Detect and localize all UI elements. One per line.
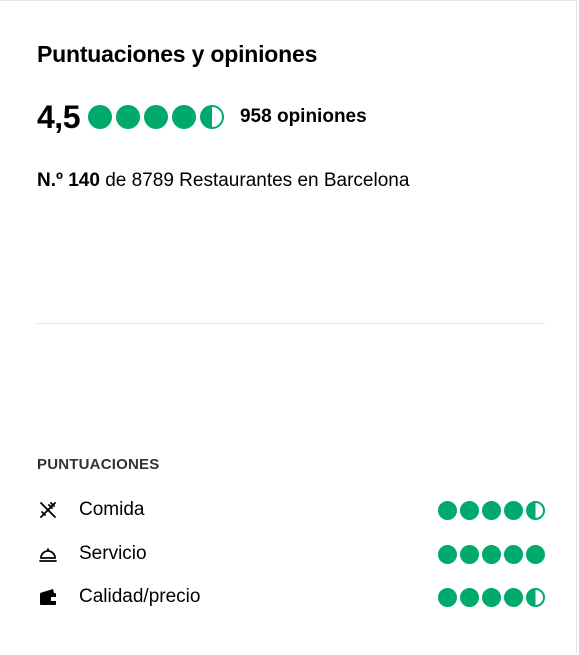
score-bubbles: [435, 587, 545, 607]
rating-bubble-full: [438, 587, 457, 607]
overall-rating-bubbles: [87, 105, 228, 129]
rating-bubble-full: [482, 587, 501, 607]
rating-bubble-full: [482, 500, 501, 520]
rating-bubble-full: [143, 105, 168, 129]
rating-bubble-full: [482, 544, 501, 564]
score-bubbles: [435, 544, 545, 564]
score-row-servicio: Servicio: [37, 542, 545, 566]
rating-bubble-full: [460, 500, 479, 520]
ratings-card: Puntuaciones y opiniones 4,5 958 opinion…: [0, 0, 577, 653]
rating-bubble-full: [438, 544, 457, 564]
ranking-position: N.º 140: [37, 170, 100, 191]
overall-rating-row: 4,5 958 opiniones: [37, 98, 367, 136]
rating-bubble-full: [504, 500, 523, 520]
rating-bubble-full: [504, 587, 523, 607]
service-bell-icon: [37, 543, 59, 565]
ranking-text[interactable]: N.º 140 de 8789 Restaurantes en Barcelon…: [37, 170, 409, 192]
score-label: Calidad/precio: [79, 586, 201, 607]
rating-bubble-half: [526, 500, 545, 520]
rating-bubble-full: [526, 544, 545, 564]
rating-bubble-full: [438, 500, 457, 520]
rating-bubble-half: [526, 587, 545, 607]
divider: [37, 323, 545, 324]
scores-section-label: PUNTUACIONES: [37, 456, 160, 473]
score-bubbles: [435, 500, 545, 520]
ranking-rest: de 8789 Restaurantes en Barcelona: [99, 170, 410, 191]
utensils-crossed-icon: [37, 499, 59, 521]
section-title: Puntuaciones y opiniones: [37, 41, 318, 67]
rating-bubble-full: [504, 544, 523, 564]
score-label: Comida: [79, 499, 145, 520]
rating-bubble-full: [171, 105, 196, 129]
rating-bubble-full: [87, 105, 112, 129]
overall-rating-number: 4,5: [37, 99, 80, 135]
rating-bubble-full: [460, 544, 479, 564]
wallet-icon: [37, 586, 59, 608]
score-row-comida: Comida: [37, 498, 545, 522]
rating-bubble-full: [460, 587, 479, 607]
score-row-calidad-precio: Calidad/precio: [37, 585, 545, 609]
score-label: Servicio: [79, 543, 147, 564]
rating-bubble-full: [115, 105, 140, 129]
rating-bubble-half: [199, 105, 224, 129]
reviews-count-link[interactable]: 958 opiniones: [240, 106, 367, 128]
